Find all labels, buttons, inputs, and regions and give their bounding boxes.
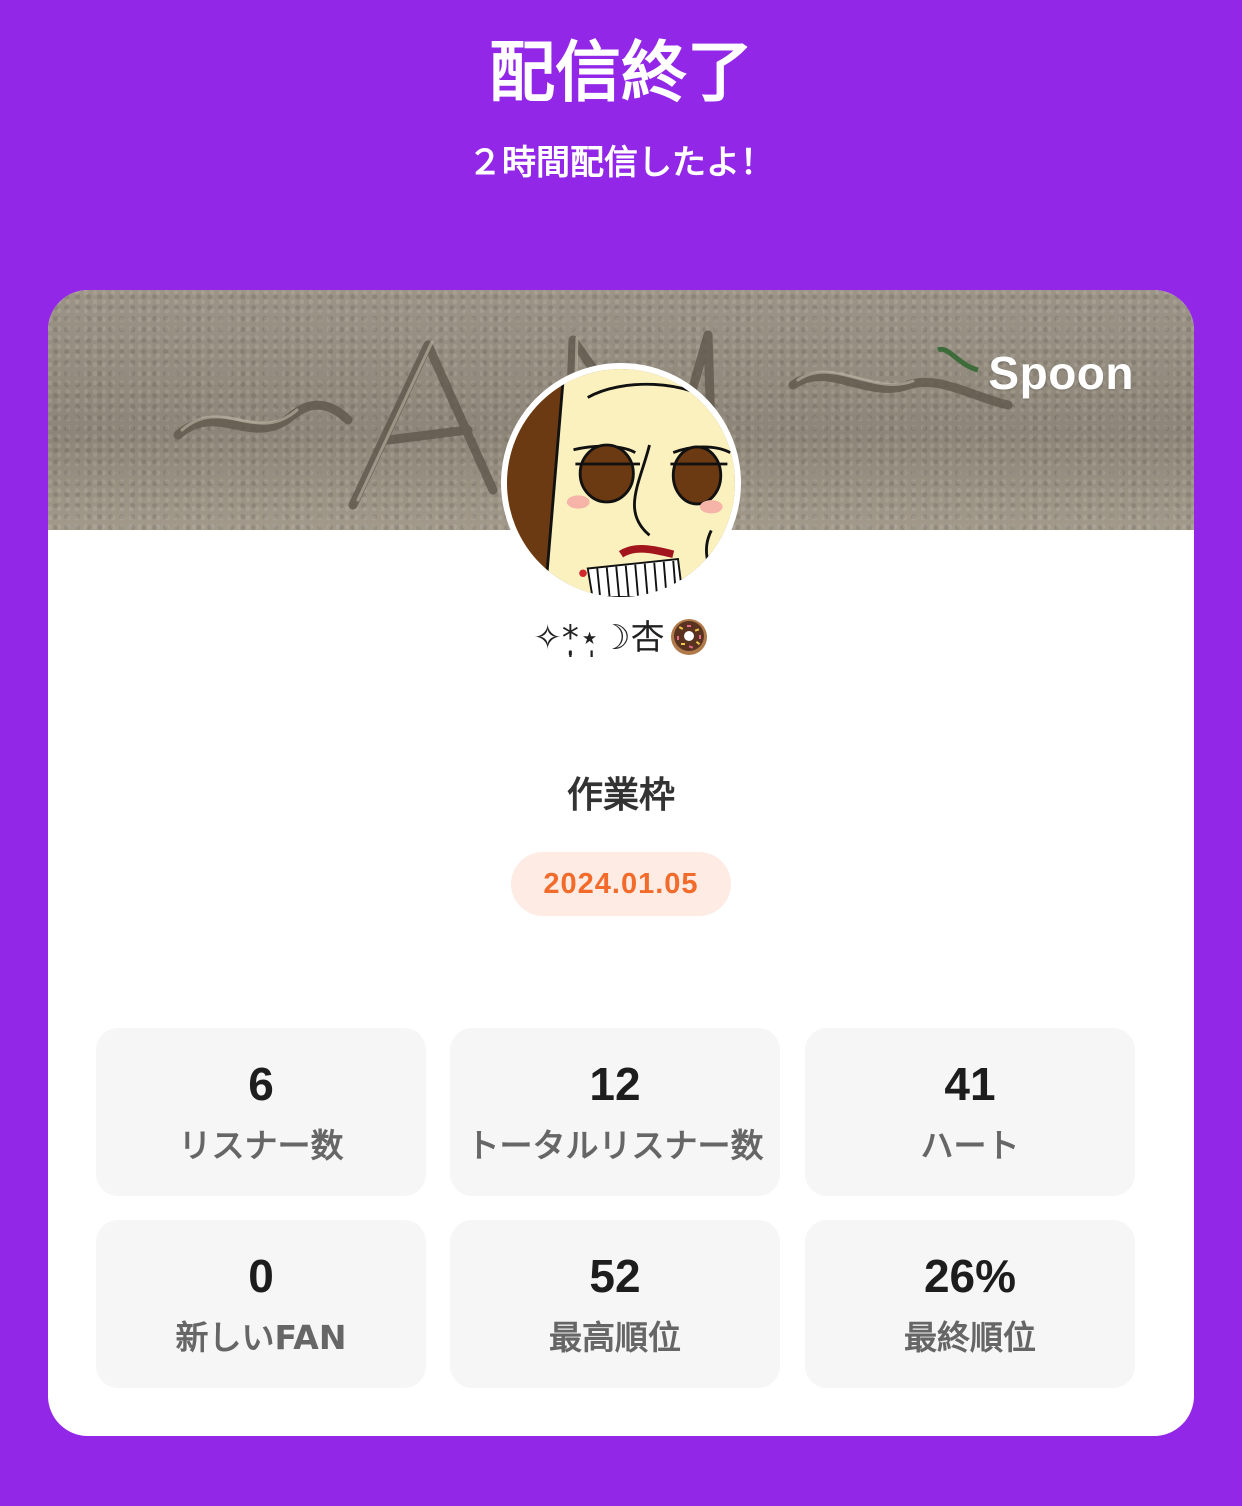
avatar <box>501 363 741 603</box>
stat-label: トータルリスナー数 <box>466 1126 764 1165</box>
stat-label: 最終順位 <box>904 1318 1036 1357</box>
stat-label: 最高順位 <box>549 1318 681 1357</box>
stat-listeners: 6 リスナー数 <box>96 1028 426 1196</box>
stat-value: 52 <box>589 1250 641 1302</box>
page-subtitle: ２時間配信したよ！ <box>468 143 774 183</box>
donut-icon <box>670 618 707 655</box>
stat-value: 12 <box>589 1058 641 1110</box>
stat-value: 41 <box>944 1058 996 1110</box>
stat-value: 6 <box>248 1058 274 1110</box>
stat-value: 26% <box>923 1250 1017 1302</box>
room-title: 作業枠 <box>566 775 675 816</box>
page-title: 配信終了 <box>489 34 753 111</box>
stat-label: リスナー数 <box>178 1126 344 1165</box>
header: 配信終了 ２時間配信したよ！ <box>0 0 1242 240</box>
stat-value: 0 <box>248 1250 274 1302</box>
date-badge: 2024.01.05 <box>511 852 731 916</box>
stat-best-rank: 52 最高順位 <box>450 1220 780 1388</box>
avatar-illustration <box>507 369 735 597</box>
summary-card: Spoon ✧*̣̩⋆̩☽杏 作業枠 2024.01.05 6 リスナー数 12… <box>48 290 1194 1436</box>
username: ✧*̣̩⋆̩☽杏 <box>48 616 1194 660</box>
stat-final-rank: 26% 最終順位 <box>805 1220 1135 1388</box>
stat-label: ハート <box>920 1126 1020 1165</box>
stat-total-listeners: 12 トータルリスナー数 <box>450 1028 780 1196</box>
stats-grid: 6 リスナー数 12 トータルリスナー数 41 ハート 0 新しいFAN 52 … <box>96 1028 1136 1388</box>
spoon-logo: Spoon <box>988 347 1134 399</box>
stat-hearts: 41 ハート <box>805 1028 1135 1196</box>
stat-new-fans: 0 新しいFAN <box>96 1220 426 1388</box>
username-text: ✧*̣̩⋆̩☽杏 <box>533 618 665 658</box>
stat-label: 新しいFAN <box>175 1318 347 1357</box>
